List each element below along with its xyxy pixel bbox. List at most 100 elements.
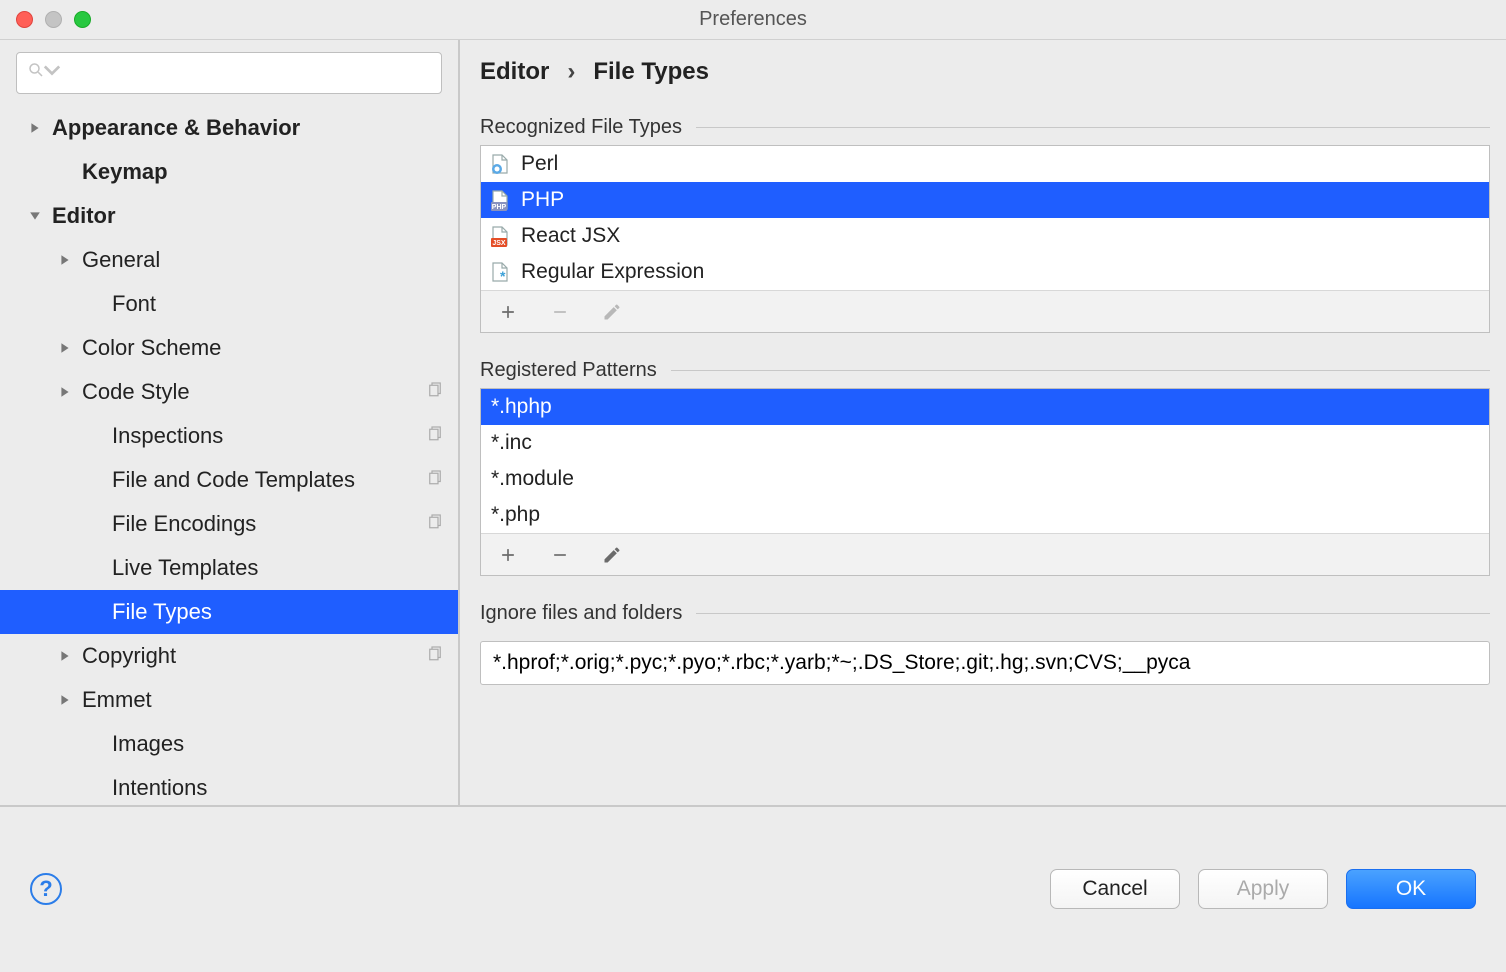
section-file-types-label: Recognized File Types [480,116,682,139]
perl-file-icon [489,153,511,175]
sidebar-item-editor[interactable]: Editor [0,194,458,238]
breadcrumb: Editor › File Types [480,58,1490,86]
file-types-list[interactable]: Perl PHP PHP JSX React JSX * Regular Expressio… [480,145,1490,333]
sidebar-item-emmet[interactable]: Emmet [0,678,458,722]
chevron-right-icon [56,339,74,357]
sidebar-item-label: File Encodings [112,511,256,537]
chevron-down-icon [26,207,44,225]
file-type-row[interactable]: PHP PHP [481,182,1489,218]
remove-button[interactable] [547,542,573,568]
chevron-right-icon [56,691,74,709]
pattern-row[interactable]: *.hphp [481,389,1489,425]
svg-text:*: * [500,268,506,283]
file-type-label: PHP [521,188,564,212]
search-field[interactable] [67,63,431,84]
pattern-label: *.module [491,467,574,491]
help-button[interactable]: ? [30,873,62,905]
sidebar-item-file-encodings[interactable]: File Encodings [0,502,458,546]
sidebar-item-font[interactable]: Font [0,282,458,326]
sidebar-item-label: Inspections [112,423,223,449]
content-pane: Editor › File Types Recognized File Type… [460,40,1506,805]
sidebar-item-label: Live Templates [112,555,258,581]
patterns-list[interactable]: *.hphp *.inc *.module *.php [480,388,1490,576]
chevron-right-icon [56,163,74,181]
ok-button[interactable]: OK [1346,869,1476,909]
sidebar-item-label: Editor [52,203,116,229]
divider [696,613,1490,614]
sidebar-item-label: Keymap [82,159,168,185]
sidebar-item-general[interactable]: General [0,238,458,282]
scheme-icon [426,512,444,536]
sidebar-item-label: Color Scheme [82,335,221,361]
button-bar: ? Cancel Apply OK [0,805,1506,970]
scheme-icon [426,468,444,492]
sidebar-item-label: Font [112,291,156,317]
add-button[interactable] [495,299,521,325]
cancel-button[interactable]: Cancel [1050,869,1180,909]
divider [696,127,1490,128]
settings-tree: Appearance & Behavior Keymap Editor General… [0,104,458,805]
chevron-right-icon [56,383,74,401]
sidebar-item-label: Images [112,731,184,757]
sidebar-item-file-and-code-templates[interactable]: File and Code Templates [0,458,458,502]
search-input[interactable] [16,52,442,94]
sidebar-item-label: Emmet [82,687,152,713]
sidebar-item-images[interactable]: Images [0,722,458,766]
titlebar: Preferences [0,0,1506,40]
edit-button[interactable] [599,542,625,568]
chevron-right-icon [86,735,104,753]
sidebar-item-color-scheme[interactable]: Color Scheme [0,326,458,370]
pattern-row[interactable]: *.module [481,461,1489,497]
chevron-right-icon [86,779,104,797]
svg-text:JSX: JSX [492,240,506,247]
scheme-icon [426,380,444,404]
sidebar-item-label: Intentions [112,775,207,801]
sidebar-item-file-types[interactable]: File Types [0,590,458,634]
regex-file-icon: * [489,261,511,283]
chevron-right-icon [56,251,74,269]
window-title: Preferences [0,8,1506,31]
ignore-input[interactable] [480,641,1490,685]
chevron-right-icon [86,515,104,533]
pattern-row[interactable]: *.inc [481,425,1489,461]
file-type-label: Regular Expression [521,260,704,284]
divider [671,370,1490,371]
section-ignore-label: Ignore files and folders [480,602,682,625]
file-type-row[interactable]: * Regular Expression [481,254,1489,290]
remove-button [547,299,573,325]
file-type-row[interactable]: JSX React JSX [481,218,1489,254]
sidebar-item-keymap[interactable]: Keymap [0,150,458,194]
chevron-right-icon [86,427,104,445]
svg-text:PHP: PHP [492,204,507,211]
scheme-icon [426,644,444,668]
file-type-label: React JSX [521,224,620,248]
jsx-file-icon: JSX [489,225,511,247]
chevron-down-icon [43,61,61,85]
chevron-right-icon [26,119,44,137]
sidebar-item-inspections[interactable]: Inspections [0,414,458,458]
sidebar-item-appearance-behavior[interactable]: Appearance & Behavior [0,106,458,150]
sidebar-item-label: File Types [112,599,212,625]
sidebar-item-live-templates[interactable]: Live Templates [0,546,458,590]
pattern-label: *.php [491,503,540,527]
breadcrumb-root[interactable]: Editor [480,58,549,86]
sidebar-item-intentions[interactable]: Intentions [0,766,458,805]
sidebar-item-label: File and Code Templates [112,467,355,493]
sidebar-item-copyright[interactable]: Copyright [0,634,458,678]
chevron-right-icon [86,471,104,489]
edit-button [599,299,625,325]
pattern-row[interactable]: *.php [481,497,1489,533]
php-file-icon: PHP [489,189,511,211]
chevron-right-icon [86,295,104,313]
sidebar-item-code-style[interactable]: Code Style [0,370,458,414]
pattern-label: *.hphp [491,395,552,419]
sidebar-item-label: Copyright [82,643,176,669]
chevron-right-icon: › [567,58,575,86]
pattern-label: *.inc [491,431,532,455]
section-patterns-label: Registered Patterns [480,359,657,382]
chevron-right-icon [56,647,74,665]
add-button[interactable] [495,542,521,568]
breadcrumb-leaf: File Types [593,58,709,86]
sidebar-item-label: Appearance & Behavior [52,115,300,141]
file-type-row[interactable]: Perl [481,146,1489,182]
